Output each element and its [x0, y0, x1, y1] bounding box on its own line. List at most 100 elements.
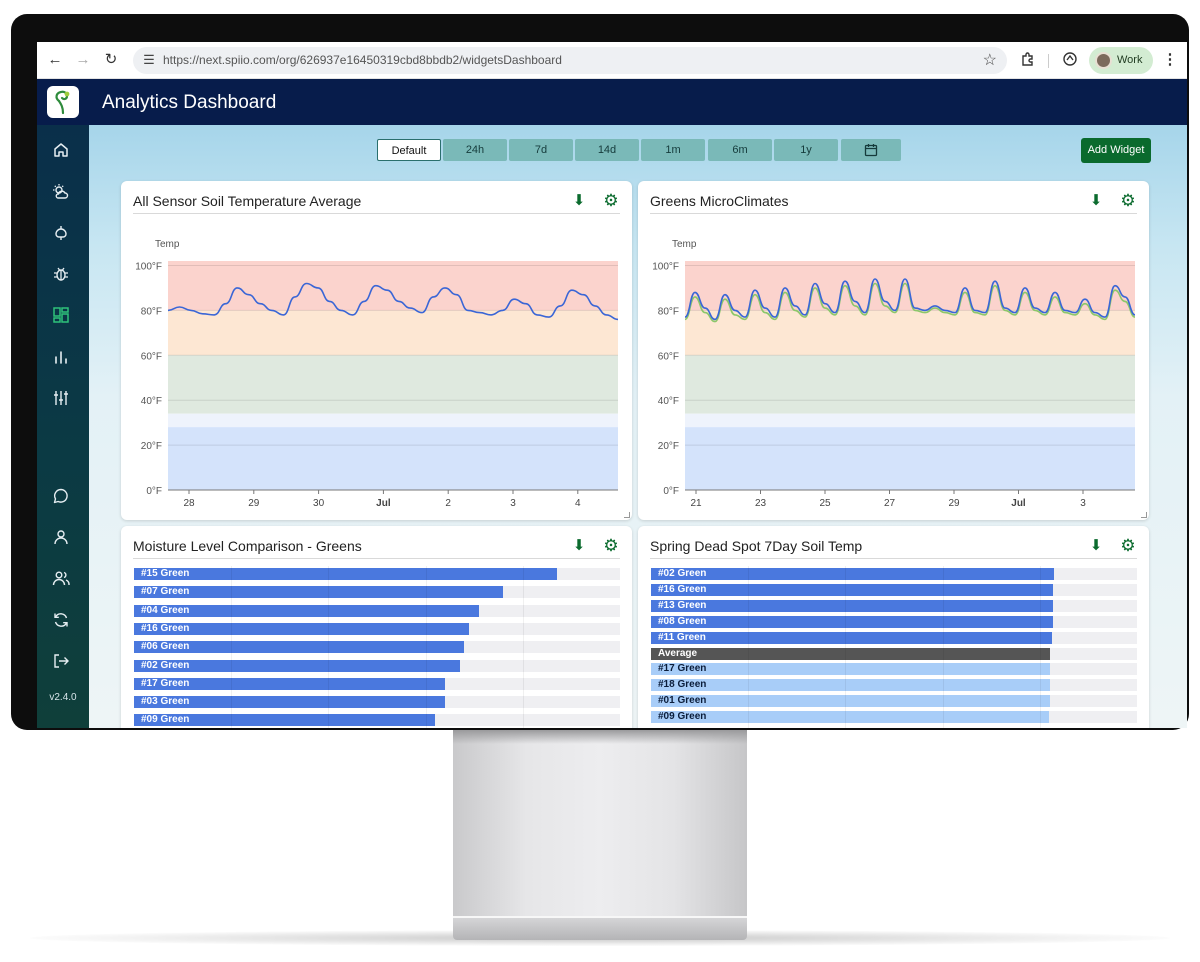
- weather-icon[interactable]: [51, 183, 71, 203]
- bar-label: #13 Green: [658, 599, 707, 611]
- bar-row: #02 Green: [651, 568, 1137, 580]
- reload-icon[interactable]: ↻: [102, 51, 120, 69]
- widget-title: Moisture Level Comparison - Greens: [133, 538, 362, 554]
- bar[interactable]: [651, 599, 1054, 612]
- page-title: Analytics Dashboard: [102, 92, 277, 113]
- forward-arrow-icon[interactable]: →: [74, 51, 92, 69]
- bar[interactable]: [134, 586, 504, 599]
- bar-label: #11 Green: [658, 631, 706, 643]
- bar-label: #02 Green: [658, 568, 707, 579]
- home-icon[interactable]: [51, 141, 71, 161]
- bar-row: #09 Green: [651, 711, 1137, 724]
- dashboard-icon[interactable]: [51, 306, 71, 326]
- gridline: [522, 566, 524, 728]
- bar-label: #03 Green: [141, 696, 190, 708]
- settings-gear-icon[interactable]: ⚙: [1119, 537, 1137, 555]
- spiio-logo[interactable]: [47, 86, 79, 118]
- bar[interactable]: [651, 663, 1050, 676]
- sliders-icon[interactable]: [51, 389, 71, 409]
- x-tick-label: 27: [884, 498, 896, 509]
- site-settings-icon[interactable]: ☰: [140, 51, 158, 69]
- resize-handle[interactable]: [624, 512, 630, 518]
- x-tick-label: 21: [690, 498, 702, 509]
- bar-row: #13 Green: [651, 599, 1137, 612]
- users-icon[interactable]: [51, 569, 71, 589]
- bar[interactable]: [651, 695, 1050, 708]
- bar[interactable]: [651, 615, 1053, 628]
- range-button-7d[interactable]: 7d: [509, 139, 573, 161]
- back-arrow-icon[interactable]: ←: [46, 51, 64, 69]
- range-button-14d[interactable]: 14d: [575, 139, 639, 161]
- bar-row: #16 Green: [651, 583, 1137, 596]
- bar-label: #16 Green: [141, 622, 190, 634]
- extensions-puzzle-icon[interactable]: [1019, 51, 1037, 69]
- sync-icon[interactable]: [1061, 51, 1079, 69]
- cold-zone-band: [685, 427, 1135, 490]
- bar-row: Average: [651, 647, 1137, 660]
- bar-label: #15 Green: [141, 568, 190, 579]
- monitor-bezel: ← → ↻ ☰ https://next.spiio.com/org/62693…: [11, 14, 1189, 730]
- download-icon[interactable]: ⬇: [1087, 537, 1105, 555]
- profile-label: Work: [1117, 54, 1143, 66]
- bar-row: #17 Green: [651, 663, 1137, 676]
- range-button-24h[interactable]: 24h: [443, 139, 507, 161]
- bar-row: #03 Green: [134, 696, 620, 709]
- calendar-button[interactable]: [841, 139, 901, 161]
- x-tick-label: 23: [755, 498, 767, 509]
- bar-row: #06 Green: [134, 641, 620, 654]
- address-bar[interactable]: ☰ https://next.spiio.com/org/626937e1645…: [133, 47, 1007, 74]
- bar[interactable]: [651, 711, 1050, 724]
- bookmark-star-icon[interactable]: ☆: [983, 50, 997, 70]
- bar-row: #08 Green: [651, 615, 1137, 628]
- settings-gear-icon[interactable]: ⚙: [602, 537, 620, 555]
- bar-row: #15 Green: [134, 568, 620, 580]
- optimal-zone-band: [168, 355, 618, 414]
- hot-zone-band: [685, 261, 1135, 311]
- bar-chart-icon[interactable]: [51, 348, 71, 368]
- bar[interactable]: [651, 631, 1053, 644]
- cool-zone-band: [685, 413, 1135, 428]
- download-icon[interactable]: ⬇: [570, 537, 588, 555]
- widget-title: Spring Dead Spot 7Day Soil Temp: [650, 538, 863, 554]
- dashboard-content: Default 24h 7d 14d 1m 6m 1y Add Widget All Sen…: [89, 125, 1187, 728]
- y-tick-label: 80°F: [141, 306, 162, 317]
- x-tick-label: 25: [819, 498, 831, 509]
- range-button-6m[interactable]: 6m: [708, 139, 772, 161]
- range-button-default[interactable]: Default: [377, 139, 441, 161]
- gridline: [845, 566, 847, 728]
- y-tick-label: 60°F: [141, 351, 162, 362]
- app-header: Analytics Dashboard: [37, 79, 1187, 125]
- gridline: [942, 566, 944, 728]
- bar[interactable]: [651, 583, 1054, 596]
- y-tick-label: 40°F: [141, 396, 162, 407]
- x-tick-label: 28: [183, 498, 195, 509]
- bar[interactable]: [134, 568, 557, 580]
- logout-icon[interactable]: [51, 652, 71, 672]
- range-button-1m[interactable]: 1m: [641, 139, 705, 161]
- bar[interactable]: [651, 568, 1055, 580]
- avatar: [1095, 52, 1112, 69]
- bar[interactable]: [651, 647, 1051, 660]
- temperature-line-chart: 100°F 80°F 60°F 40°F 20°F 0°F Temp 28 29 30 Jul 2 3 4: [135, 239, 619, 509]
- bar-row: #11 Green: [651, 631, 1137, 644]
- gridline: [425, 566, 427, 728]
- stand-base-highlight: [453, 916, 747, 918]
- y-tick-label: 100°F: [135, 261, 162, 272]
- x-tick-label: 30: [313, 498, 325, 509]
- cold-zone-band: [168, 427, 618, 490]
- x-tick-label: 29: [248, 498, 260, 509]
- resize-handle[interactable]: [1141, 512, 1147, 518]
- bug-icon[interactable]: [51, 265, 71, 285]
- add-widget-button[interactable]: Add Widget: [1081, 138, 1151, 163]
- y-tick-label: 60°F: [658, 351, 679, 362]
- kebab-menu-icon[interactable]: ⋮: [1161, 51, 1179, 69]
- user-icon[interactable]: [51, 528, 71, 548]
- range-button-1y[interactable]: 1y: [774, 139, 838, 161]
- chat-icon[interactable]: [51, 487, 71, 507]
- profile-chip[interactable]: Work: [1089, 47, 1153, 74]
- plant-icon[interactable]: [51, 224, 71, 244]
- refresh-icon[interactable]: [51, 611, 71, 631]
- x-tick-label: Jul: [376, 498, 391, 509]
- microclimate-line-chart: 100°F 80°F 60°F 40°F 20°F 0°F Temp 21 23 25 27 29 Ju…: [652, 239, 1136, 509]
- bar[interactable]: [651, 679, 1050, 692]
